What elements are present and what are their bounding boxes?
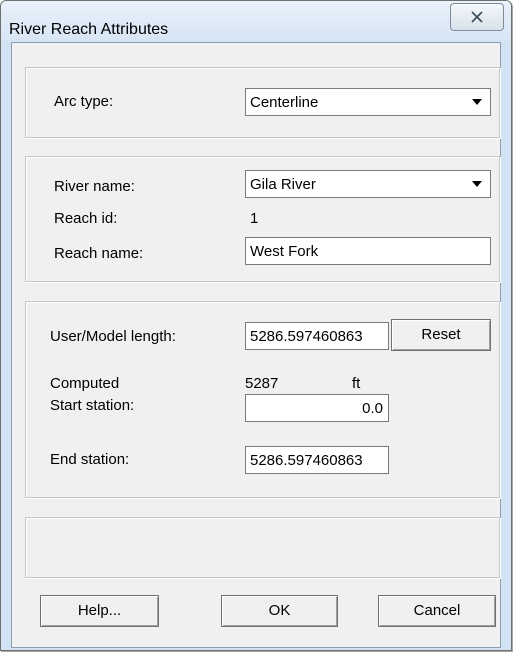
reach-name-label: Reach name: — [54, 245, 144, 262]
arc-type-label: Arc type: — [54, 93, 114, 110]
start-station-label: Start station: — [50, 397, 135, 414]
arc-type-dropdown-arrow[interactable] — [466, 91, 488, 113]
computed-label: Computed — [50, 375, 120, 392]
end-station-input[interactable]: 5286.597460863 — [245, 446, 389, 474]
message-group — [25, 517, 500, 578]
computed-unit: ft — [352, 375, 361, 392]
end-station-label: End station: — [50, 451, 130, 468]
reach-id-value: 1 — [250, 210, 259, 227]
user-model-length-input[interactable]: 5286.597460863 — [245, 322, 389, 350]
end-station-value: 5286.597460863 — [250, 452, 363, 469]
arc-type-dropdown[interactable]: Centerline — [245, 88, 491, 116]
user-model-length-label: User/Model length: — [50, 328, 176, 345]
arc-type-group: Arc type: Centerline — [25, 67, 500, 138]
river-name-dropdown[interactable]: Gila River — [245, 170, 491, 198]
river-name-dropdown-arrow[interactable] — [466, 173, 488, 195]
river-info-group: River name: Gila River Reach id: 1 Reach… — [25, 156, 500, 282]
reset-button[interactable]: Reset — [391, 319, 491, 351]
reach-name-value: West Fork — [250, 243, 319, 260]
close-button[interactable] — [450, 3, 504, 31]
chevron-down-icon — [472, 181, 482, 187]
dialog-window: River Reach Attributes Arc type: Centerl… — [0, 0, 512, 651]
length-group: User/Model length: 5286.597460863 Reset … — [25, 301, 500, 498]
start-station-value: 0.0 — [362, 400, 383, 417]
cancel-button[interactable]: Cancel — [378, 595, 496, 627]
reach-name-input[interactable]: West Fork — [245, 237, 491, 265]
title-bar[interactable]: River Reach Attributes — [1, 1, 511, 42]
start-station-input[interactable]: 0.0 — [245, 394, 389, 422]
river-name-label: River name: — [54, 178, 135, 195]
river-name-value: Gila River — [250, 176, 316, 193]
arc-type-value: Centerline — [250, 94, 319, 111]
chevron-down-icon — [472, 99, 482, 105]
dialog-client-area: Arc type: Centerline River name: Gila Ri… — [11, 42, 501, 648]
help-button[interactable]: Help... — [40, 595, 159, 627]
user-model-length-value: 5286.597460863 — [250, 328, 363, 345]
window-title: River Reach Attributes — [9, 21, 169, 38]
ok-button[interactable]: OK — [221, 595, 338, 627]
computed-value: 5287 — [245, 375, 279, 392]
reach-id-label: Reach id: — [54, 210, 118, 227]
close-icon — [471, 11, 483, 23]
